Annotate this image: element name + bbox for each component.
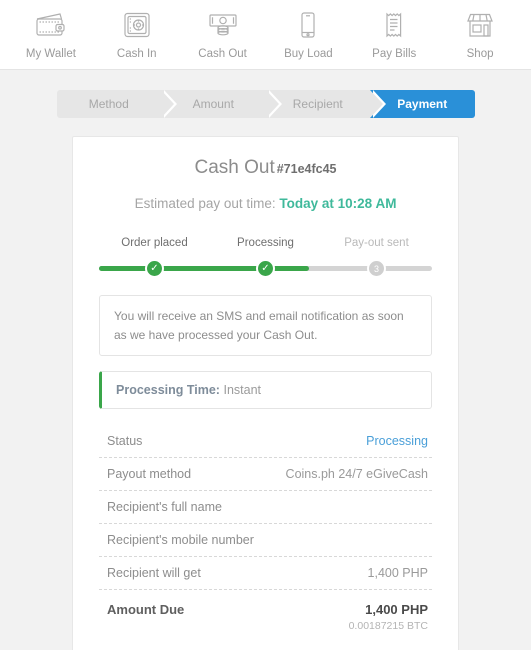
main-navigation: My Wallet Cash In Cash Out Buy Load Pay …	[0, 0, 531, 70]
table-row: Recipient's full name	[99, 491, 432, 525]
order-details-table: Status Processing Payout method Coins.ph…	[99, 425, 432, 641]
order-summary-card: Cash Out #71e4fc45 Estimated pay out time…	[72, 136, 459, 650]
amount-due-row: Amount Due 1,400 PHP 0.00187215 BTC	[99, 590, 432, 641]
wallet-icon	[34, 8, 68, 42]
nav-label: Cash In	[116, 48, 157, 60]
nav-item-buy-load[interactable]: Buy Load	[265, 8, 351, 60]
estimate-label: Estimated pay out time:	[134, 196, 276, 211]
progress-label-payout-sent: Pay-out sent	[344, 237, 409, 249]
detail-value: Coins.ph 24/7 eGiveCash	[285, 467, 428, 482]
amount-due-value: 1,400 PHP	[365, 602, 428, 618]
amount-due-btc: 0.00187215 BTC	[348, 620, 428, 633]
order-id: #71e4fc45	[276, 162, 337, 176]
nav-item-pay-bills[interactable]: Pay Bills	[351, 8, 437, 60]
detail-key: Recipient will get	[107, 566, 201, 581]
banknote-icon	[206, 8, 240, 42]
nav-label: Pay Bills	[372, 48, 417, 60]
nav-item-cash-out[interactable]: Cash Out	[180, 8, 266, 60]
safe-icon	[120, 8, 154, 42]
notification-notice: You will receive an SMS and email notifi…	[99, 295, 432, 357]
breadcrumb-label: Method	[88, 97, 129, 111]
nav-label: My Wallet	[25, 48, 76, 60]
detail-key: Status	[107, 434, 143, 449]
nav-label: Buy Load	[284, 48, 333, 60]
breadcrumb-label: Recipient	[292, 97, 343, 111]
progress-marker-processing: ✓	[256, 259, 275, 278]
progress-marker-payout-sent: 3	[367, 259, 386, 278]
nav-label: Cash Out	[198, 48, 247, 60]
processing-time-box: Processing Time: Instant	[99, 371, 432, 410]
breadcrumb-label: Amount	[192, 97, 234, 111]
estimated-payout-time: Estimated pay out time: Today at 10:28 A…	[99, 196, 432, 211]
table-row: Recipient will get 1,400 PHP	[99, 557, 432, 591]
progress-marker-order-placed: ✓	[145, 259, 164, 278]
processing-time-label: Processing Time:	[116, 383, 220, 398]
phone-icon	[291, 8, 325, 42]
amount-due-label: Amount Due	[107, 602, 185, 618]
processing-time-value: Instant	[223, 383, 261, 398]
nav-label: Shop	[466, 48, 494, 60]
table-row: Payout method Coins.ph 24/7 eGiveCash	[99, 458, 432, 492]
detail-value: 1,400 PHP	[367, 566, 428, 581]
breadcrumb-step-method[interactable]: Method	[56, 90, 177, 118]
table-row: Status Processing	[99, 425, 432, 459]
checkout-steps: Method Amount Recipient Payment	[0, 70, 531, 118]
table-row: Recipient's mobile number	[99, 524, 432, 558]
detail-key: Recipient's mobile number	[107, 533, 254, 548]
page-title: Cash Out #71e4fc45	[99, 157, 432, 179]
estimate-value: Today at 10:28 AM	[279, 196, 397, 211]
page-title-text: Cash Out	[194, 157, 275, 178]
order-progress-tracker: Order placed Processing Pay-out sent ✓ ✓…	[99, 237, 432, 281]
progress-label-order-placed: Order placed	[121, 237, 188, 249]
storefront-icon	[463, 8, 497, 42]
status-badge: Processing	[366, 434, 428, 449]
nav-item-my-wallet[interactable]: My Wallet	[8, 8, 94, 60]
progress-label-processing: Processing	[237, 237, 294, 249]
detail-key: Recipient's full name	[107, 500, 222, 515]
receipt-icon	[377, 8, 411, 42]
detail-key: Payout method	[107, 467, 192, 482]
nav-item-cash-in[interactable]: Cash In	[94, 8, 180, 60]
nav-item-shop[interactable]: Shop	[437, 8, 523, 60]
breadcrumb-label: Payment	[397, 97, 448, 111]
